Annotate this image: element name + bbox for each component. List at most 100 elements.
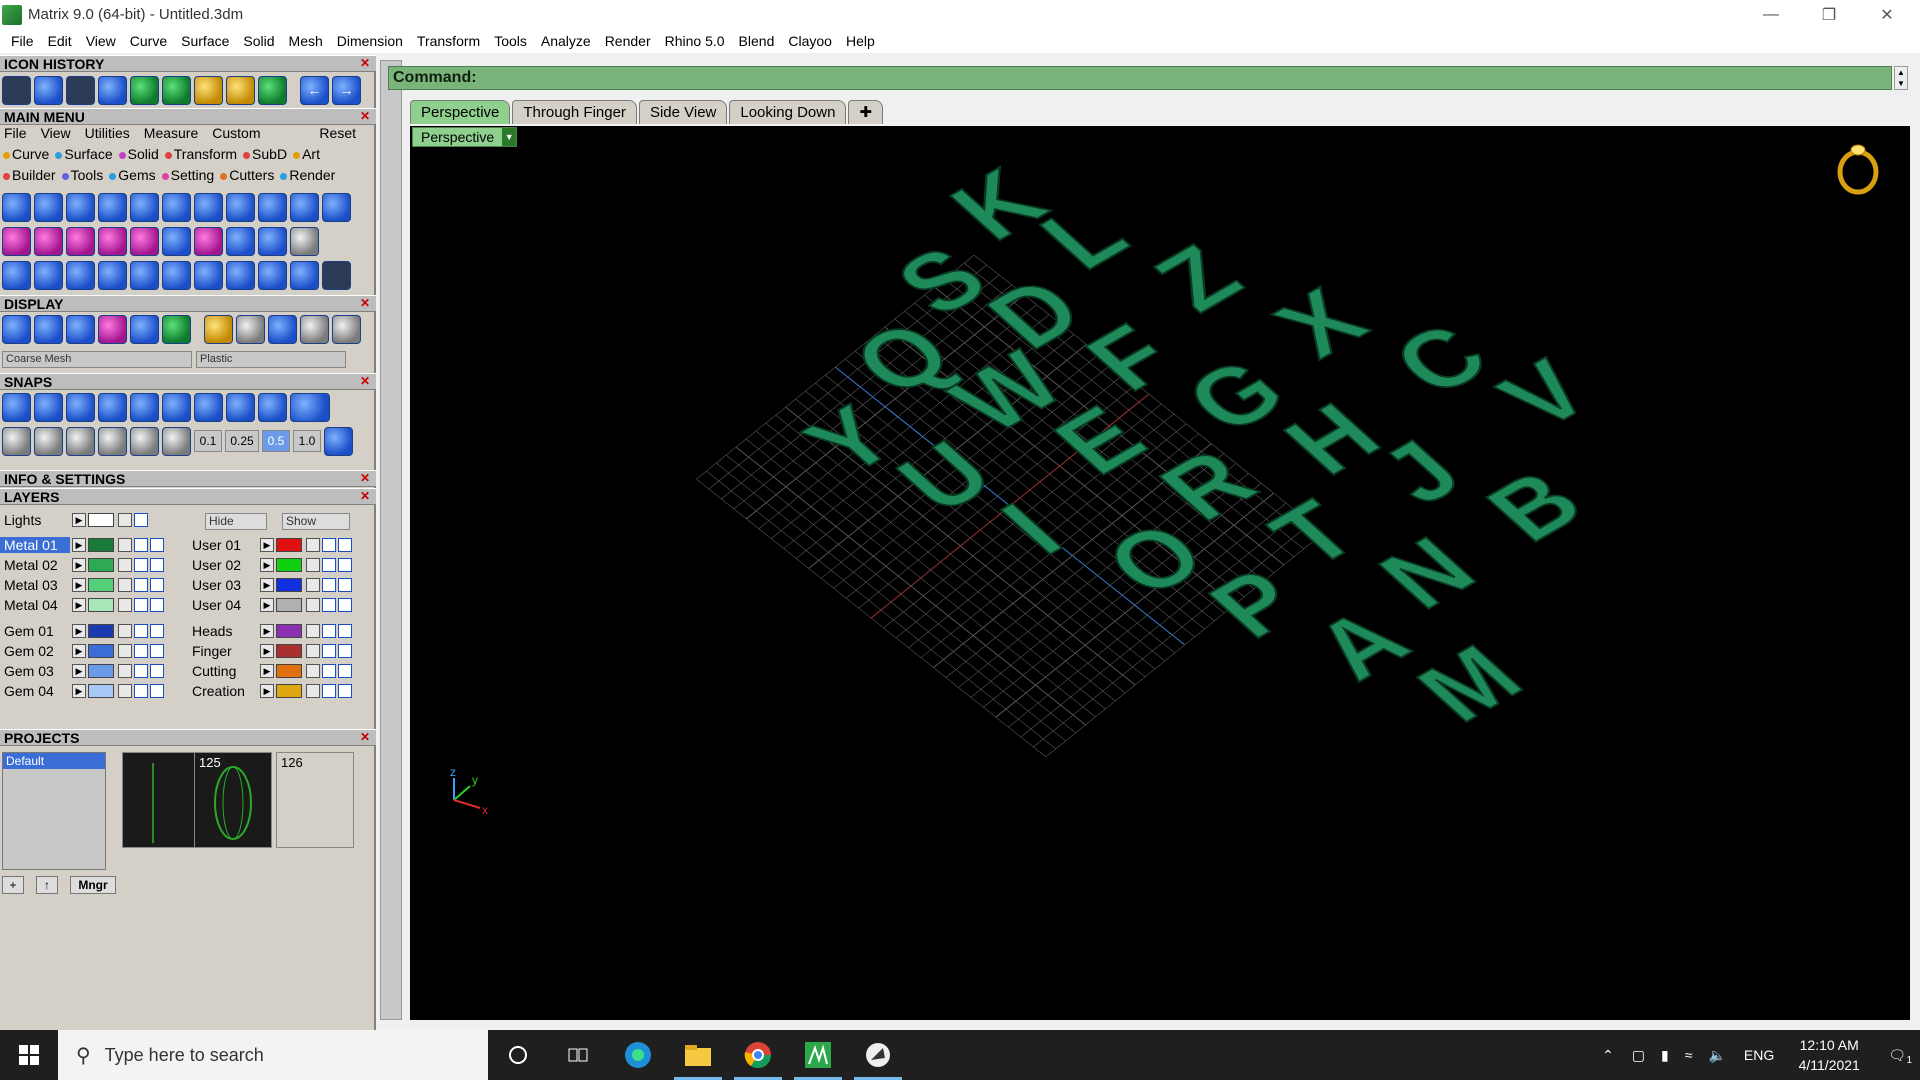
expand-icon[interactable]: ▶ (72, 624, 86, 638)
expand-icon[interactable]: ▶ (260, 624, 274, 638)
layer-toggle-icon[interactable] (338, 644, 352, 658)
layer-toggle-icon[interactable] (150, 684, 164, 698)
snap-icon[interactable] (34, 392, 63, 422)
layer-name[interactable]: Gem 01 (0, 623, 70, 639)
category-curve[interactable]: Curve (3, 144, 49, 165)
expand-icon[interactable]: ▶ (72, 578, 86, 592)
layer-swatch[interactable] (88, 644, 114, 658)
tool-icon[interactable] (2, 226, 31, 256)
history-tool-icon[interactable] (162, 75, 191, 105)
display-icon[interactable] (162, 314, 191, 344)
visibility-icon[interactable] (322, 684, 336, 698)
history-tool-icon[interactable] (194, 75, 223, 105)
tool-icon[interactable] (66, 192, 95, 222)
tool-icon[interactable] (34, 226, 63, 256)
expand-icon[interactable]: ▶ (260, 684, 274, 698)
app-icon[interactable] (848, 1030, 908, 1080)
menu-edit[interactable]: Edit (41, 29, 79, 53)
category-gems[interactable]: Gems (109, 165, 156, 186)
lock-icon[interactable] (118, 664, 132, 678)
start-button[interactable] (0, 1030, 58, 1080)
visibility-icon[interactable] (322, 664, 336, 678)
expand-icon[interactable]: ▶ (260, 644, 274, 658)
tool-icon[interactable] (2, 192, 31, 222)
task-view-icon[interactable] (548, 1030, 608, 1080)
lock-icon[interactable] (306, 538, 320, 552)
letter-object[interactable]: M (1396, 628, 1544, 740)
lock-icon[interactable] (306, 664, 320, 678)
layer-toggle-icon[interactable] (338, 578, 352, 592)
layer-swatch[interactable] (88, 684, 114, 698)
visibility-icon[interactable] (134, 558, 148, 572)
tool-icon[interactable] (162, 260, 191, 290)
letter-object[interactable]: X (1254, 271, 1389, 376)
shaded-icon[interactable] (66, 314, 95, 344)
up-project-button[interactable]: ↑ (36, 876, 58, 894)
add-project-button[interactable]: + (2, 876, 24, 894)
layer-toggle-icon[interactable] (150, 558, 164, 572)
lock-icon[interactable] (118, 578, 132, 592)
category-setting[interactable]: Setting (161, 165, 214, 186)
layer-name[interactable]: Metal 03 (0, 577, 70, 593)
menu-render[interactable]: Render (598, 29, 658, 53)
snap-icon[interactable] (258, 392, 287, 422)
menu-view[interactable]: View (79, 29, 123, 53)
menu-curve[interactable]: Curve (123, 29, 174, 53)
menu-help[interactable]: Help (839, 29, 882, 53)
visibility-icon[interactable] (322, 598, 336, 612)
lock-icon[interactable] (118, 624, 132, 638)
visibility-icon[interactable] (322, 578, 336, 592)
layer-name[interactable]: Creation (188, 683, 258, 699)
layer-toggle-icon[interactable] (150, 538, 164, 552)
layer-name[interactable]: Gem 04 (0, 683, 70, 699)
visibility-icon[interactable] (134, 578, 148, 592)
tool-icon[interactable] (290, 260, 319, 290)
close-panel-icon[interactable]: ✕ (358, 472, 372, 485)
expand-icon[interactable]: ▶ (260, 538, 274, 552)
visibility-icon[interactable] (322, 624, 336, 638)
lock-icon[interactable] (118, 644, 132, 658)
layer-swatch[interactable] (276, 598, 302, 612)
material-gold-icon[interactable] (204, 314, 233, 344)
layer-name[interactable]: Metal 01 (0, 537, 70, 553)
layer-name[interactable]: User 03 (188, 577, 258, 593)
lock-icon[interactable] (118, 684, 132, 698)
layer-toggle-icon[interactable] (150, 664, 164, 678)
tool-icon[interactable] (2, 260, 31, 290)
battery-icon[interactable]: ▮ (1661, 1047, 1669, 1064)
layer-name[interactable]: User 01 (188, 537, 258, 553)
category-render[interactable]: Render (280, 165, 335, 186)
expand-icon[interactable]: ▶ (72, 664, 86, 678)
add-tab-icon[interactable]: ✚ (848, 100, 884, 124)
tool-icon[interactable] (194, 226, 223, 256)
history-tool-icon[interactable] (258, 75, 287, 105)
tool-icon[interactable] (322, 192, 351, 222)
letter-object[interactable]: B (1466, 453, 1605, 560)
cortana-icon[interactable] (488, 1030, 548, 1080)
layer-swatch[interactable] (276, 684, 302, 698)
expand-icon[interactable]: ▶ (72, 598, 86, 612)
expand-icon[interactable]: ▶ (72, 513, 86, 527)
chevron-up-icon[interactable]: ⌃ (1602, 1047, 1614, 1064)
arrow-right-icon[interactable]: → (332, 75, 361, 105)
hide-button[interactable]: Hide (205, 513, 267, 530)
viewport[interactable]: KLZXCVSDFGHJBQWERTNYUIOPAM z y x (410, 126, 1910, 1020)
visibility-icon[interactable] (134, 684, 148, 698)
category-solid[interactable]: Solid (118, 144, 159, 165)
category-transform[interactable]: Transform (164, 144, 237, 165)
grid-icon[interactable] (2, 426, 31, 456)
expand-icon[interactable]: ▶ (260, 598, 274, 612)
lock-icon[interactable] (118, 538, 132, 552)
arrow-left-icon[interactable]: ← (300, 75, 329, 105)
visibility-icon[interactable] (134, 664, 148, 678)
tool-icon[interactable] (258, 226, 287, 256)
manager-button[interactable]: Mngr (70, 876, 116, 894)
layer-swatch[interactable] (276, 538, 302, 552)
history-tool-icon[interactable] (2, 75, 31, 105)
project-list[interactable]: Default (2, 752, 106, 870)
layer-toggle-icon[interactable] (150, 598, 164, 612)
tab-through-finger[interactable]: Through Finger (512, 100, 637, 124)
project-thumb[interactable] (122, 752, 200, 848)
tool-icon[interactable] (98, 260, 127, 290)
volume-icon[interactable]: 🔈 (1708, 1047, 1725, 1064)
